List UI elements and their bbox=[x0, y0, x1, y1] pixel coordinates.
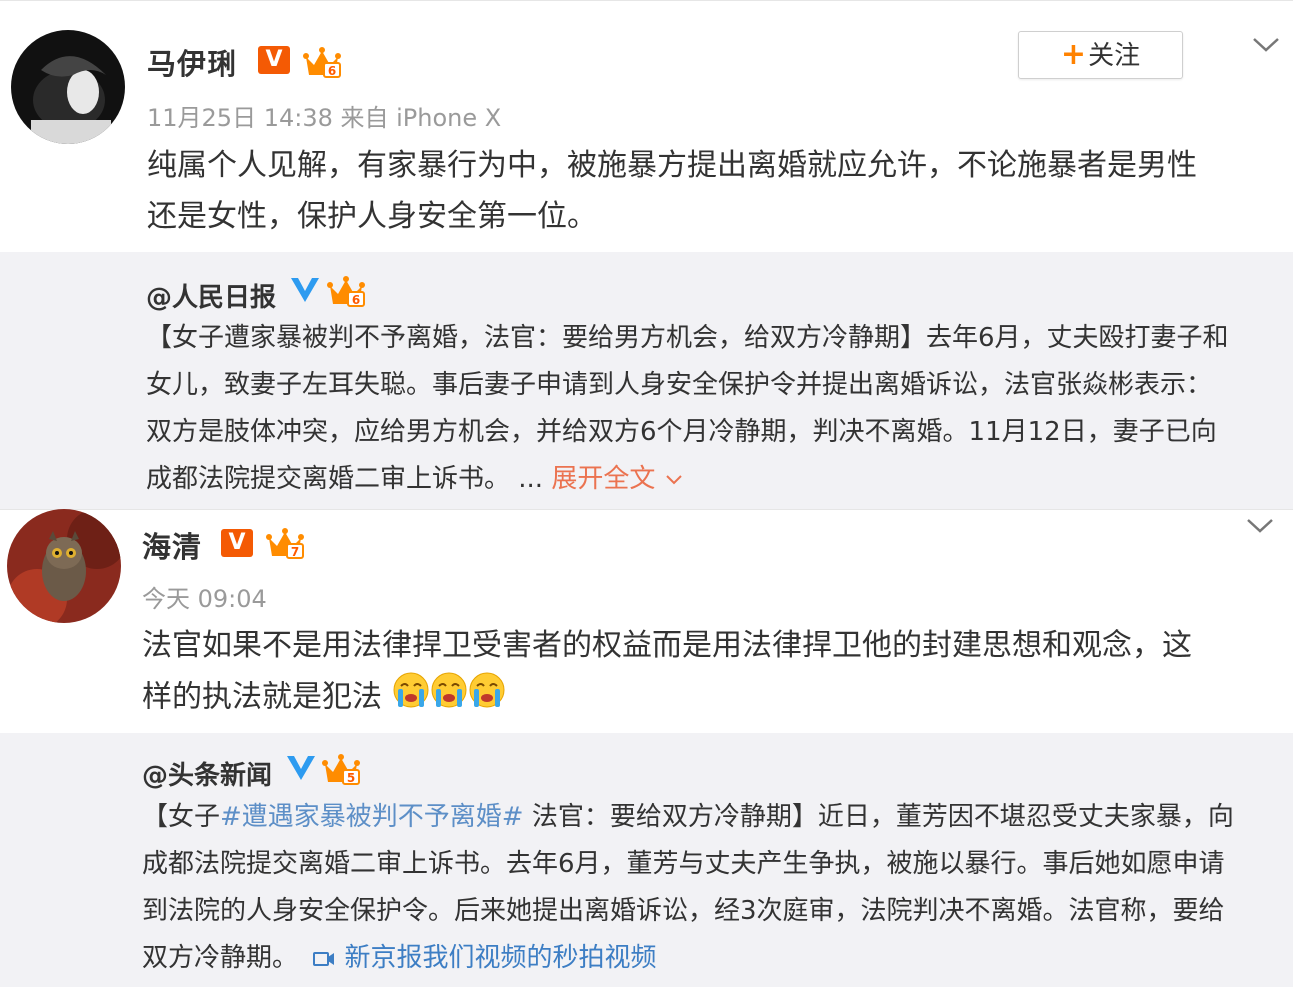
weibo-post-1: 马伊琍 V 6 11月25日 14:38 来自 iPhone X +关注 纯属个… bbox=[0, 0, 1293, 253]
post-author-name[interactable]: 马伊琍 bbox=[147, 41, 237, 83]
repost-author[interactable]: @头条新闻 bbox=[142, 755, 272, 792]
chevron-down-icon[interactable] bbox=[1245, 515, 1275, 535]
post-meta: 今天 09:04 bbox=[142, 585, 267, 613]
repost-text-line-3: 到法院的人身安全保护令。后来她提出离婚诉讼，经3次庭审，法院判决不离婚。法官称，… bbox=[142, 896, 1225, 926]
expand-full-text-link[interactable]: 展开全文 bbox=[551, 464, 655, 494]
follow-button[interactable]: +关注 bbox=[1018, 31, 1183, 79]
repost-text-line-4: 成都法院提交离婚二审上诉书。 ... 展开全文 bbox=[146, 456, 684, 503]
repost-text-suffix: 法官：要给双方冷静期】近日，董芳因不堪忍受丈夫家暴，向 bbox=[523, 802, 1234, 832]
blue-verified-icon bbox=[287, 756, 315, 780]
avatar-haiqing[interactable] bbox=[7, 509, 121, 623]
crying-emoji-icon bbox=[392, 671, 430, 725]
weibo-post-2: 海清 V 7 今天 09:04 法官如果不是用法律捍卫受害者的权益而是用法律捍卫… bbox=[0, 509, 1293, 734]
topic-hashtag-link[interactable]: #遭遇家暴被判不予离婚# bbox=[220, 802, 524, 832]
crying-emoji-icon bbox=[468, 671, 506, 725]
avatar-maili[interactable] bbox=[11, 30, 125, 144]
post-text-line-2: 还是女性，保护人身安全第一位。 bbox=[147, 199, 597, 234]
video-icon[interactable] bbox=[312, 949, 336, 969]
post-text-line-1: 纯属个人见解，有家暴行为中，被施暴方提出离婚就应允许，不论施暴者是男性 bbox=[147, 148, 1197, 183]
svg-text:5: 5 bbox=[347, 771, 355, 785]
repost-text-line-4: 双方冷静期。 新京报我们视频的秒拍视频 bbox=[142, 935, 657, 982]
orange-verified-icon: V bbox=[258, 46, 290, 74]
crying-emoji-icon bbox=[430, 671, 468, 725]
repost-text-line-1: 【女子#遭遇家暴被判不予离婚# 法官：要给双方冷静期】近日，董芳因不堪忍受丈夫家… bbox=[142, 794, 1234, 841]
vip-crown-icon: 6 bbox=[327, 276, 365, 307]
repost-text-line-1: 【女子遭家暴被判不予离婚，法官：要给男方机会，给双方冷静期】去年6月，丈夫殴打妻… bbox=[146, 323, 1229, 353]
chevron-down-icon[interactable] bbox=[1251, 34, 1281, 54]
repost-box-1: @人民日报 6 【女子遭家暴被判不予离婚，法官：要给男方机会，给双方冷静期】去年… bbox=[0, 252, 1293, 509]
vip-crown-icon: 7 bbox=[266, 528, 304, 559]
chevron-down-icon[interactable] bbox=[664, 473, 684, 487]
post-author-name[interactable]: 海清 bbox=[142, 524, 202, 566]
repost-author[interactable]: @人民日报 bbox=[146, 277, 276, 314]
vip-crown-icon: 6 bbox=[303, 47, 341, 78]
post-text-line-1: 法官如果不是用法律捍卫受害者的权益而是用法律捍卫他的封建思想和观念，这 bbox=[142, 628, 1192, 663]
blue-verified-icon bbox=[291, 278, 319, 302]
repost-text-line-3: 双方是肢体冲突，应给男方机会，并给双方6个月冷静期，判决不离婚。11月12日，妻… bbox=[146, 417, 1217, 447]
video-link[interactable]: 新京报我们视频的秒拍视频 bbox=[345, 943, 657, 973]
svg-text:6: 6 bbox=[328, 64, 336, 78]
vip-crown-icon: 5 bbox=[322, 754, 360, 785]
post-meta: 11月25日 14:38 来自 iPhone X bbox=[147, 104, 502, 132]
repost-text-line-2: 成都法院提交离婚二审上诉书。去年6月，董芳与丈夫产生争执，被施以暴行。事后她如愿… bbox=[142, 849, 1225, 879]
svg-text:7: 7 bbox=[291, 545, 299, 559]
follow-label: 关注 bbox=[1088, 41, 1141, 71]
orange-verified-icon: V bbox=[221, 529, 253, 557]
post-text-line-2: 样的执法就是犯法 bbox=[142, 671, 506, 725]
svg-text:6: 6 bbox=[352, 293, 360, 307]
repost-text-line-2: 女儿，致妻子左耳失聪。事后妻子申请到人身安全保护令并提出离婚诉讼，法官张焱彬表示… bbox=[146, 370, 1213, 400]
repost-box-2: @头条新闻 5 【女子#遭遇家暴被判不予离婚# 法官：要给双方冷静期】近日，董芳… bbox=[0, 733, 1293, 987]
repost-text-prefix: 【女子 bbox=[142, 802, 221, 832]
plus-icon: + bbox=[1060, 37, 1087, 72]
repost-text-line-4-body: 双方冷静期。 bbox=[142, 943, 299, 973]
post-text-line-2-body: 样的执法就是犯法 bbox=[142, 679, 382, 715]
repost-text-line-4-body: 成都法院提交离婚二审上诉书。 ... bbox=[146, 464, 544, 494]
